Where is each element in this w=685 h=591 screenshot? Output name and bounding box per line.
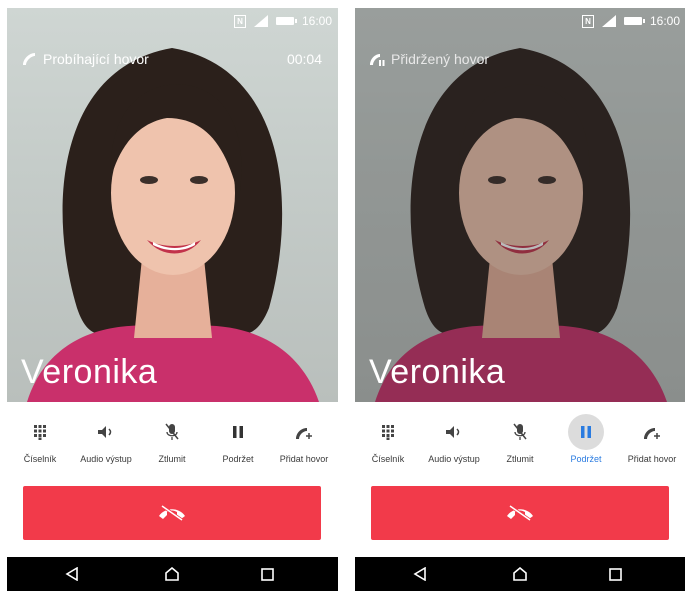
back-icon bbox=[413, 567, 426, 581]
back-button[interactable] bbox=[52, 557, 92, 591]
status-time: 16:00 bbox=[301, 14, 332, 28]
recents-icon bbox=[608, 567, 622, 581]
mute-label: Ztlumit bbox=[158, 454, 186, 464]
end-call-button[interactable] bbox=[23, 486, 321, 540]
home-button[interactable] bbox=[500, 557, 540, 591]
audio-output-label: Audio výstup bbox=[428, 454, 480, 464]
mute-mic-icon bbox=[502, 414, 538, 450]
caller-photo bbox=[355, 8, 685, 402]
hold-label: Podržet bbox=[222, 454, 254, 464]
audio-output-button[interactable]: Audio výstup bbox=[73, 402, 139, 480]
caller-name: Veronika bbox=[21, 353, 158, 391]
call-status: Přidržený hovor bbox=[369, 51, 489, 67]
navigation-bar bbox=[355, 557, 685, 591]
pause-icon bbox=[220, 414, 256, 450]
phone-screen-active-call: N 16:00 Probíhající hovor 00:04 Veronika… bbox=[7, 8, 338, 591]
dialpad-button[interactable]: Číselník bbox=[355, 402, 421, 480]
speaker-icon bbox=[88, 414, 124, 450]
nfc-icon: N bbox=[581, 14, 594, 28]
recents-button[interactable] bbox=[247, 557, 287, 591]
home-button[interactable] bbox=[152, 557, 192, 591]
pause-icon bbox=[568, 414, 604, 450]
call-on-hold-icon bbox=[370, 54, 385, 66]
back-icon bbox=[65, 567, 78, 581]
nfc-icon: N bbox=[233, 14, 246, 28]
call-controls: Číselník Audio výstup Ztlumit Podržet Př… bbox=[7, 402, 338, 480]
signal-icon bbox=[253, 15, 268, 27]
audio-output-label: Audio výstup bbox=[80, 454, 132, 464]
dialpad-label: Číselník bbox=[23, 454, 57, 464]
hold-label: Podržet bbox=[570, 454, 602, 464]
add-call-label: Přidat hovor bbox=[279, 454, 329, 464]
speaker-icon bbox=[436, 414, 472, 450]
phone-screen-held-call: N 16:00 Přidržený hovor Veronika Číselní… bbox=[355, 8, 685, 591]
caller-name: Veronika bbox=[369, 353, 506, 391]
add-call-label: Přidat hovor bbox=[627, 454, 677, 464]
call-status: Probíhající hovor bbox=[21, 51, 149, 67]
phone-call-icon bbox=[23, 53, 35, 65]
add-call-button[interactable]: Přidat hovor bbox=[619, 402, 685, 480]
mute-button[interactable]: Ztlumit bbox=[487, 402, 553, 480]
add-call-icon bbox=[286, 414, 322, 450]
dialpad-icon bbox=[22, 414, 58, 450]
mute-button[interactable]: Ztlumit bbox=[139, 402, 205, 480]
end-call-button[interactable] bbox=[371, 486, 669, 540]
audio-output-button[interactable]: Audio výstup bbox=[421, 402, 487, 480]
dialpad-icon bbox=[370, 414, 406, 450]
recents-button[interactable] bbox=[595, 557, 635, 591]
call-status-label: Přidržený hovor bbox=[391, 51, 490, 67]
call-status-label: Probíhající hovor bbox=[43, 51, 149, 67]
back-button[interactable] bbox=[400, 557, 440, 591]
dialpad-label: Číselník bbox=[371, 454, 405, 464]
home-icon bbox=[165, 567, 179, 581]
add-call-button[interactable]: Přidat hovor bbox=[271, 402, 337, 480]
caller-photo bbox=[7, 8, 338, 402]
status-time: 16:00 bbox=[649, 14, 680, 28]
recents-icon bbox=[260, 567, 274, 581]
call-controls: Číselník Audio výstup Ztlumit Podržet Př… bbox=[355, 402, 685, 480]
signal-icon bbox=[601, 15, 616, 27]
battery-icon bbox=[623, 17, 645, 25]
end-call-icon bbox=[159, 504, 185, 522]
navigation-bar bbox=[7, 557, 338, 591]
home-icon bbox=[513, 567, 527, 581]
status-bar: N 16:00 bbox=[355, 8, 685, 34]
mute-mic-icon bbox=[154, 414, 190, 450]
hold-button[interactable]: Podržet bbox=[553, 402, 619, 480]
call-timer: 00:04 bbox=[286, 51, 322, 67]
battery-icon bbox=[275, 17, 297, 25]
status-bar: N 16:00 bbox=[7, 8, 338, 34]
add-call-icon bbox=[634, 414, 670, 450]
photo-dim-overlay bbox=[355, 8, 685, 402]
mute-label: Ztlumit bbox=[506, 454, 534, 464]
dialpad-button[interactable]: Číselník bbox=[7, 402, 73, 480]
hold-button[interactable]: Podržet bbox=[205, 402, 271, 480]
end-call-icon bbox=[507, 504, 533, 522]
